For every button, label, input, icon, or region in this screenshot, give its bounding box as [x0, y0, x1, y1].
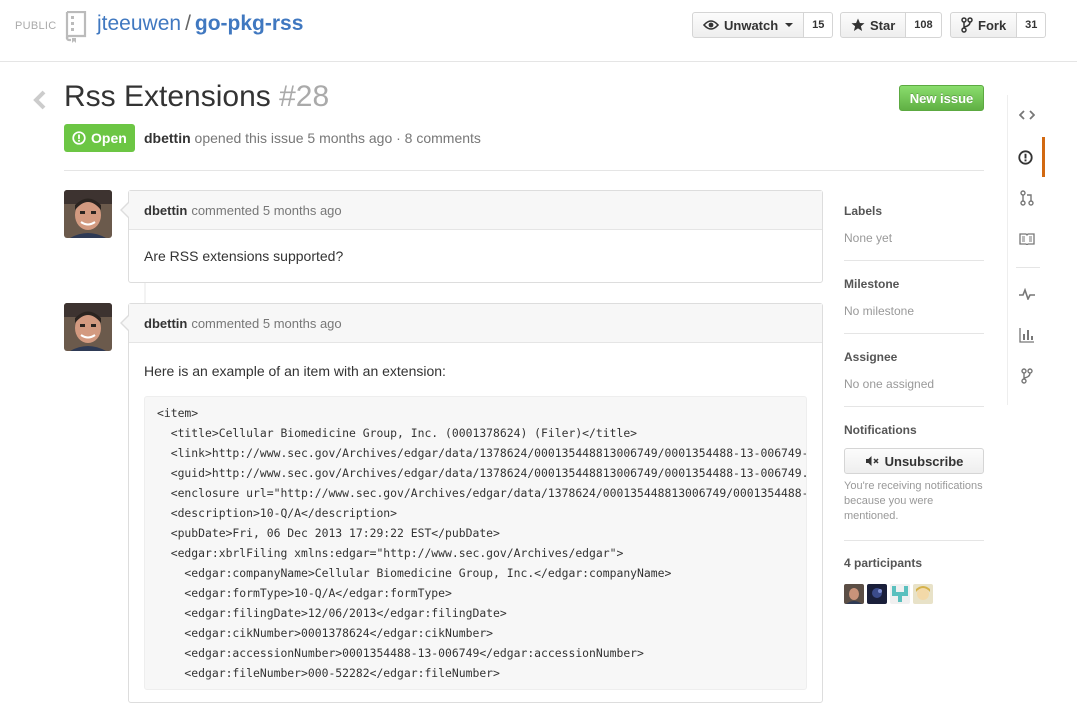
participant-avatar[interactable] — [913, 584, 933, 604]
comment: dbettin commented 5 months ago Here is a… — [120, 303, 823, 705]
repo-path-separator: / — [185, 12, 191, 35]
sidebar-labels: Labels None yet — [844, 204, 984, 245]
star-button-group: Star 108 — [840, 12, 942, 38]
assignee-value: No one assigned — [844, 377, 935, 391]
repo-nav — [1007, 95, 1045, 405]
repo-name-link[interactable]: go-pkg-rss — [195, 12, 304, 35]
star-button[interactable]: Star — [840, 12, 907, 38]
code-block[interactable]: <item> <title>Cellular Biomedicine Group… — [144, 396, 807, 690]
chevron-down-icon — [785, 23, 794, 27]
graphs-icon — [1018, 328, 1034, 343]
nav-wiki[interactable] — [1008, 219, 1045, 259]
participant-avatar[interactable] — [890, 584, 910, 604]
forks-count[interactable]: 31 — [1017, 12, 1047, 38]
sidebar-milestone: Milestone No milestone — [844, 277, 984, 318]
code-icon — [1018, 110, 1035, 120]
comment-author-link[interactable]: dbettin — [144, 316, 187, 331]
pulse-icon — [1018, 288, 1035, 300]
nav-pulse[interactable] — [1008, 274, 1045, 314]
wiki-icon — [1018, 233, 1035, 245]
issue-opened-text: opened this issue 5 months ago · 8 comme… — [194, 130, 481, 146]
labels-heading[interactable]: Labels — [844, 204, 984, 218]
divider — [1016, 267, 1040, 268]
fork-button-group: Fork 31 — [950, 12, 1047, 38]
nav-graphs[interactable] — [1008, 315, 1045, 355]
issue-opened-icon — [72, 131, 86, 145]
comment: dbettin commented 5 months ago Are RSS e… — [120, 190, 823, 283]
comment-header: dbettin commented 5 months ago — [129, 304, 822, 343]
nav-issues[interactable] — [1008, 137, 1045, 177]
eye-icon — [703, 20, 719, 30]
issue-state-badge: Open — [64, 124, 135, 152]
participant-avatars — [844, 584, 933, 604]
participants-heading: 4 participants — [844, 556, 923, 570]
watch-button-group: Unwatch 15 — [692, 12, 834, 38]
divider — [64, 170, 984, 171]
unwatch-button[interactable]: Unwatch — [692, 12, 805, 38]
comment-timestamp[interactable]: commented 5 months ago — [191, 203, 341, 218]
repo-icon — [64, 10, 88, 48]
network-icon — [1020, 368, 1033, 384]
fork-icon — [961, 17, 973, 33]
comment-body: Are RSS extensions supported? — [129, 230, 822, 282]
milestone-heading[interactable]: Milestone — [844, 277, 984, 291]
star-label: Star — [870, 17, 896, 33]
issue-number: #28 — [279, 80, 330, 113]
watchers-count[interactable]: 15 — [804, 12, 834, 38]
fork-button[interactable]: Fork — [950, 12, 1018, 38]
stargazers-count[interactable]: 108 — [906, 12, 942, 38]
sidebar-notifications: Notifications — [844, 423, 984, 437]
chevron-left-icon[interactable] — [33, 90, 47, 115]
sidebar-participants: 4 participants — [844, 556, 984, 570]
comment-author-link[interactable]: dbettin — [144, 203, 187, 218]
issue-title-text: Rss Extensions — [64, 80, 271, 113]
nav-code[interactable] — [1008, 95, 1045, 135]
milestone-value: No milestone — [844, 304, 915, 318]
divider — [844, 540, 984, 541]
avatar[interactable] — [64, 190, 112, 238]
mute-icon — [865, 456, 879, 466]
comment-text: Here is an example of an item with an ex… — [144, 363, 446, 379]
unsubscribe-button[interactable]: Unsubscribe — [844, 448, 984, 474]
comment-text: Are RSS extensions supported? — [144, 248, 344, 264]
issues-icon — [1017, 149, 1033, 165]
labels-value: None yet — [844, 231, 893, 245]
sidebar-assignee: Assignee No one assigned — [844, 350, 984, 391]
comment-header: dbettin commented 5 months ago — [129, 191, 822, 230]
participant-avatar[interactable] — [867, 584, 887, 604]
repo-owner-link[interactable]: jteeuwen — [97, 12, 181, 35]
visibility-label: PUBLIC — [15, 20, 57, 32]
pull-requests-icon — [1019, 190, 1034, 206]
assignee-heading[interactable]: Assignee — [844, 350, 984, 364]
star-icon — [851, 18, 865, 31]
issue-state-label: Open — [91, 130, 127, 146]
notifications-reason: You're receiving notifications because y… — [844, 480, 983, 522]
timeline-connector — [144, 283, 146, 303]
fork-label: Fork — [978, 17, 1007, 33]
notifications-heading: Notifications — [844, 423, 917, 437]
divider — [844, 406, 984, 407]
unsubscribe-label: Unsubscribe — [884, 453, 964, 469]
new-issue-button[interactable]: New issue — [899, 85, 984, 111]
nav-network[interactable] — [1008, 356, 1045, 396]
comment-body: Here is an example of an item with an ex… — [129, 343, 822, 705]
nav-pull-requests[interactable] — [1008, 178, 1045, 218]
unwatch-label: Unwatch — [724, 17, 779, 33]
divider — [844, 260, 984, 261]
repo-header: PUBLIC jteeuwen / go-pkg-rss Unwatch 15 St… — [0, 0, 1077, 62]
participant-avatar[interactable] — [844, 584, 864, 604]
issue-title: Rss Extensions #28 — [64, 80, 329, 114]
issue-meta: dbettin opened this issue 5 months ago ·… — [144, 130, 481, 146]
issue-author-link[interactable]: dbettin — [144, 130, 191, 146]
comment-timestamp[interactable]: commented 5 months ago — [191, 316, 341, 331]
avatar[interactable] — [64, 303, 112, 351]
divider — [844, 333, 984, 334]
repo-title: jteeuwen / go-pkg-rss — [97, 12, 303, 36]
